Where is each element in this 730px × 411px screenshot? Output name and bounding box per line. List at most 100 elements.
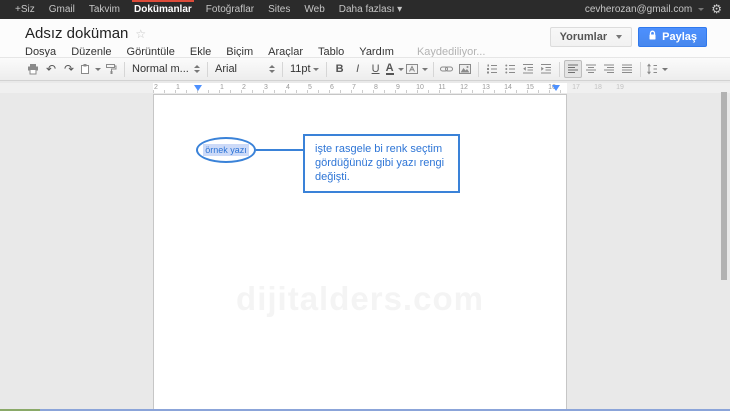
chevron-down-icon — [616, 35, 622, 39]
ruler-number: 10 — [416, 84, 424, 92]
topbar-nav: +SizGmailTakvimDokümanlarFotoğraflarSite… — [8, 0, 409, 19]
italic-button[interactable]: I — [349, 60, 367, 78]
annotation-ellipse: örnek yazı — [196, 137, 256, 163]
account-email: cevherozan@gmail.com — [585, 4, 692, 15]
align-right-icon — [603, 63, 615, 75]
decrease-indent-button[interactable] — [519, 60, 537, 78]
ruler-number: 6 — [330, 84, 334, 92]
chevron-down-icon — [698, 8, 704, 11]
bold-button[interactable]: B — [331, 60, 349, 78]
google-topbar: +SizGmailTakvimDokümanlarFotoğraflarSite… — [0, 0, 730, 19]
right-margin-marker[interactable] — [552, 85, 560, 91]
align-right-button[interactable] — [600, 60, 618, 78]
chevron-down-icon — [313, 68, 319, 71]
chevron-down-icon — [422, 68, 428, 71]
ruler-number: 15 — [526, 84, 534, 92]
bulleted-list-button[interactable] — [501, 60, 519, 78]
decrease-indent-icon — [522, 63, 534, 75]
text-color-button[interactable]: A — [385, 60, 405, 78]
topbar-item-gmail[interactable]: Gmail — [42, 0, 82, 19]
editor-toolbar: ↶ ↷ Normal m... Arial 11pt B I U A — [0, 57, 730, 81]
ruler-number: 8 — [374, 84, 378, 92]
sample-text[interactable]: örnek yazı — [203, 144, 249, 156]
undo-button[interactable]: ↶ — [42, 60, 60, 78]
line-spacing-icon — [646, 63, 658, 75]
redo-button[interactable]: ↷ — [60, 60, 78, 78]
font-select[interactable]: Arial — [212, 60, 278, 78]
align-left-icon — [567, 63, 579, 75]
ruler-number: 14 — [504, 84, 512, 92]
print-button[interactable] — [24, 60, 42, 78]
increase-indent-button[interactable] — [537, 60, 555, 78]
ruler-number: 19 — [616, 84, 624, 92]
vertical-scrollbar[interactable] — [721, 92, 727, 280]
lock-icon — [648, 30, 657, 44]
app-window: +SizGmailTakvimDokümanlarFotoğraflarSite… — [0, 0, 730, 411]
header-buttons: Yorumlar Paylaş — [550, 27, 707, 47]
document-area: örnek yazı işte rasgele bi renk seçtimgö… — [0, 93, 730, 411]
line-spacing-button[interactable] — [645, 60, 669, 78]
document-page[interactable]: örnek yazı işte rasgele bi renk seçtimgö… — [153, 94, 567, 411]
toolbar-divider — [478, 62, 479, 77]
ruler-number: 18 — [594, 84, 602, 92]
align-center-icon — [585, 63, 597, 75]
bulleted-list-icon — [504, 63, 516, 75]
align-center-button[interactable] — [582, 60, 600, 78]
updown-icon — [269, 65, 275, 73]
topbar-item-fotograflar[interactable]: Fotoğraflar — [199, 0, 261, 19]
ruler-number: 17 — [572, 84, 580, 92]
chevron-down-icon — [398, 68, 404, 71]
chevron-down-icon — [95, 68, 101, 71]
doc-header: Adsız doküman ☆ DosyaDüzenleGörüntüleEkl… — [0, 19, 730, 57]
web-clipboard-button[interactable] — [78, 60, 102, 78]
topbar-item-plus-siz[interactable]: +Siz — [8, 0, 42, 19]
image-icon — [459, 63, 471, 75]
topbar-item-takvim[interactable]: Takvim — [82, 0, 127, 19]
link-icon — [440, 63, 453, 75]
doc-title-row: Adsız doküman ☆ — [25, 25, 146, 42]
watermark-text: dijitalders.com — [154, 280, 566, 318]
redo-icon: ↷ — [64, 62, 74, 76]
highlight-color-icon — [406, 63, 418, 75]
numbered-list-icon — [486, 63, 498, 75]
account-menu[interactable]: cevherozan@gmail.com — [585, 4, 704, 15]
gear-icon[interactable]: ⚙ — [711, 0, 722, 19]
ruler-number: 1 — [220, 84, 224, 92]
underline-button[interactable]: U — [367, 60, 385, 78]
toolbar-divider — [326, 62, 327, 77]
chevron-down-icon — [662, 68, 668, 71]
updown-icon — [194, 65, 200, 73]
ruler-number: 3 — [264, 84, 268, 92]
numbered-list-button[interactable] — [483, 60, 501, 78]
topbar-item-sites[interactable]: Sites — [261, 0, 297, 19]
ruler-number: 12 — [460, 84, 468, 92]
font-size-select[interactable]: 11pt — [287, 60, 322, 78]
annotation-callout-box: işte rasgele bi renk seçtimgördüğünüz gi… — [303, 134, 460, 193]
paint-format-button[interactable] — [102, 60, 120, 78]
comments-button[interactable]: Yorumlar — [550, 27, 632, 47]
topbar-item-dokumanlar[interactable]: Dokümanlar — [127, 0, 199, 19]
insert-image-button[interactable] — [456, 60, 474, 78]
left-margin-marker[interactable] — [194, 85, 202, 91]
ruler-number: 11 — [438, 84, 445, 92]
doc-title[interactable]: Adsız doküman — [25, 25, 128, 42]
align-left-button[interactable] — [564, 60, 582, 78]
ruler-number: 7 — [352, 84, 356, 92]
star-icon[interactable]: ☆ — [135, 27, 146, 41]
ruler-number: 4 — [286, 84, 290, 92]
share-button[interactable]: Paylaş — [638, 27, 707, 47]
ruler-number: 1 — [176, 84, 180, 92]
ruler-number: 5 — [308, 84, 312, 92]
justify-button[interactable] — [618, 60, 636, 78]
ruler-number: 2 — [154, 84, 158, 92]
highlight-color-button[interactable] — [405, 60, 429, 78]
topbar-item-daha-fazlasi[interactable]: Daha fazlası ▾ — [332, 0, 409, 19]
topbar-item-web[interactable]: Web — [297, 0, 331, 19]
toolbar-divider — [207, 62, 208, 77]
paragraph-style-select[interactable]: Normal m... — [129, 60, 203, 78]
undo-icon: ↶ — [46, 62, 56, 76]
topbar-account-area: cevherozan@gmail.com ⚙ — [585, 0, 722, 19]
insert-link-button[interactable] — [438, 60, 456, 78]
clipboard-icon — [79, 63, 91, 75]
toolbar-divider — [282, 62, 283, 77]
